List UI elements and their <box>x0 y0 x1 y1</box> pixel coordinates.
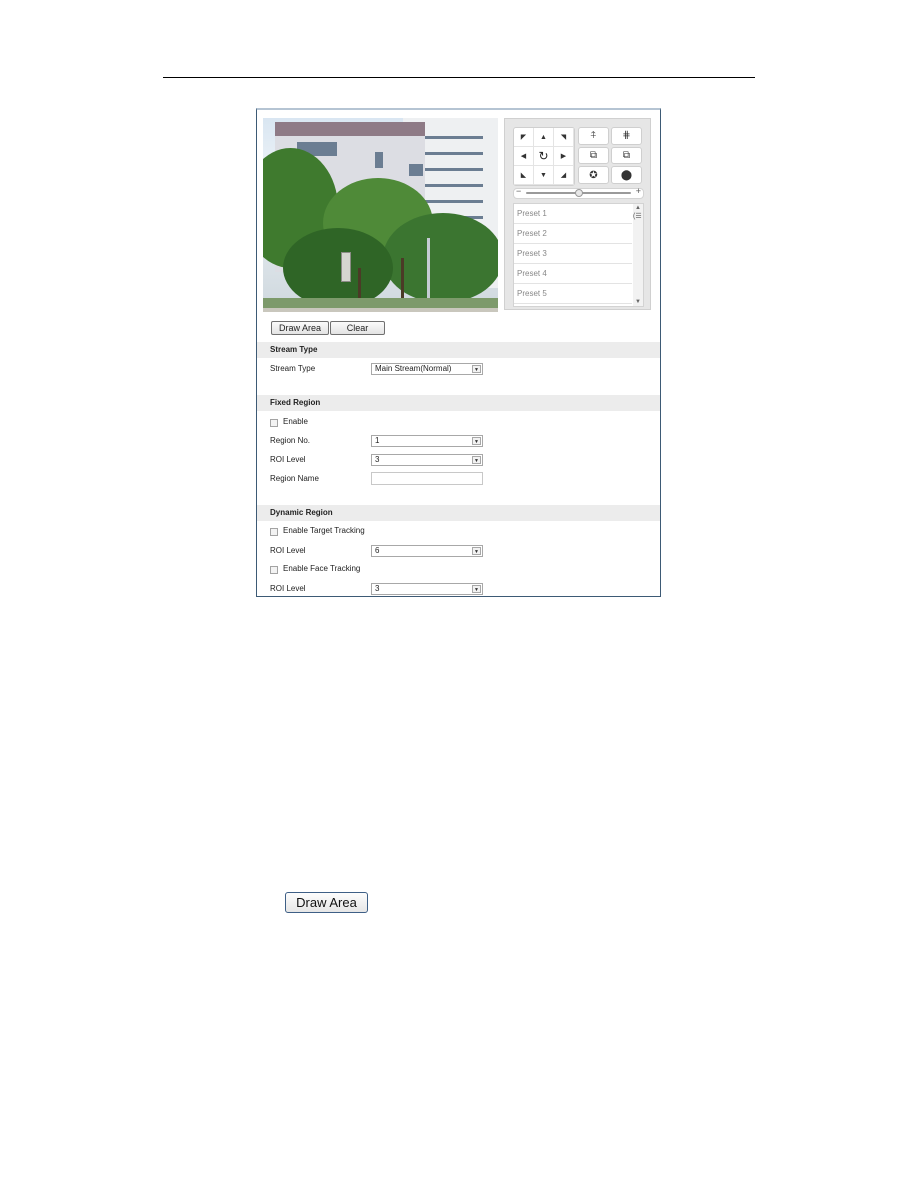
fixed-roi-level-value: 3 <box>375 455 380 464</box>
region-no-select[interactable]: 1 ▼ <box>371 435 483 447</box>
scroll-up-icon[interactable]: ▲ <box>635 205 641 211</box>
pan-left-icon[interactable]: ◀ <box>514 147 534 166</box>
preset-item[interactable]: Preset 1 <box>514 204 632 224</box>
stream-type-value: Main Stream(Normal) <box>375 364 452 373</box>
iris-open-icon[interactable]: ✪ <box>578 166 609 184</box>
pan-up-left-icon[interactable]: ◤ <box>514 128 534 147</box>
fixed-region-enable-label: Enable <box>283 417 308 426</box>
ptz-direction-pad: ◤ ▲ ◥ ◀ ↻ ▶ ◣ ▼ ◢ <box>513 127 575 186</box>
speed-minus-icon: − <box>516 186 522 196</box>
speed-plus-icon: + <box>635 186 641 196</box>
stream-type-label: Stream Type <box>270 364 316 373</box>
auto-scan-icon[interactable]: ↻ <box>534 147 554 166</box>
focus-far-icon[interactable]: ⧉ <box>611 146 642 165</box>
scroll-down-icon[interactable]: ▼ <box>635 299 641 305</box>
section-stream-type: Stream Type <box>257 342 660 358</box>
fixed-roi-level-label: ROI Level <box>270 455 306 464</box>
target-tracking-label: Enable Target Tracking <box>283 526 365 535</box>
street-light-pole <box>427 238 430 306</box>
ptz-speed-slider[interactable]: − + <box>513 186 644 199</box>
chevron-down-icon: ▼ <box>472 547 481 555</box>
pan-down-icon[interactable]: ▼ <box>534 166 554 185</box>
chevron-down-icon: ▼ <box>472 437 481 445</box>
chevron-down-icon: ▼ <box>472 585 481 593</box>
clear-button[interactable]: Clear <box>330 321 385 335</box>
target-roi-level-label: ROI Level <box>270 546 306 555</box>
region-no-value: 1 <box>375 436 380 445</box>
ptz-control-panel: ◤ ▲ ◥ ◀ ↻ ▶ ◣ ▼ ◢ ⍏ ⋕ ⧉ ⧉ ✪ ⬤ − + Preset… <box>504 118 651 310</box>
preset-scrollbar[interactable]: ▲ (☰ ▼ <box>633 204 643 306</box>
pan-right-icon[interactable]: ▶ <box>554 147 574 166</box>
zoom-in-icon[interactable]: ⍏ <box>578 127 609 145</box>
face-roi-level-label: ROI Level <box>270 584 306 593</box>
preset-item[interactable]: Preset 2 <box>514 224 632 244</box>
live-view-image[interactable] <box>263 118 498 312</box>
slider-thumb[interactable] <box>574 189 583 197</box>
preset-item[interactable]: Preset 3 <box>514 244 632 264</box>
roi-settings-screenshot: ◤ ▲ ◥ ◀ ↻ ▶ ◣ ▼ ◢ ⍏ ⋕ ⧉ ⧉ ✪ ⬤ − + Preset… <box>256 108 661 597</box>
section-fixed-region: Fixed Region <box>257 395 660 411</box>
list-menu-icon[interactable]: (☰ <box>633 212 642 220</box>
target-tracking-checkbox[interactable] <box>270 528 278 536</box>
target-roi-level-value: 6 <box>375 546 380 555</box>
face-roi-level-select[interactable]: 3 ▼ <box>371 583 483 595</box>
zoom-out-icon[interactable]: ⋕ <box>611 127 642 145</box>
region-name-label: Region Name <box>270 474 319 483</box>
fixed-region-enable-checkbox[interactable] <box>270 419 278 427</box>
draw-area-button[interactable]: Draw Area <box>271 321 329 335</box>
pan-up-icon[interactable]: ▲ <box>534 128 554 147</box>
page-header-rule <box>163 77 755 78</box>
ptz-lens-controls: ⍏ ⋕ ⧉ ⧉ ✪ ⬤ <box>578 127 642 184</box>
target-roi-level-select[interactable]: 6 ▼ <box>371 545 483 557</box>
iris-close-icon[interactable]: ⬤ <box>611 166 642 184</box>
chevron-down-icon: ▼ <box>472 365 481 373</box>
section-dynamic-region: Dynamic Region <box>257 505 660 521</box>
region-name-input[interactable] <box>371 472 483 485</box>
chevron-down-icon: ▼ <box>472 456 481 464</box>
draw-area-button-illustration[interactable]: Draw Area <box>285 892 368 913</box>
pan-down-right-icon[interactable]: ◢ <box>554 166 574 185</box>
preset-item[interactable]: Preset 5 <box>514 284 632 304</box>
pan-down-left-icon[interactable]: ◣ <box>514 166 534 185</box>
region-no-label: Region No. <box>270 436 311 445</box>
stream-type-select[interactable]: Main Stream(Normal) ▼ <box>371 363 483 375</box>
face-tracking-checkbox[interactable] <box>270 566 278 574</box>
preset-list: Preset 1 Preset 2 Preset 3 Preset 4 Pres… <box>513 203 644 307</box>
focus-near-icon[interactable]: ⧉ <box>578 146 609 165</box>
preset-item[interactable]: Preset 4 <box>514 264 632 284</box>
face-tracking-label: Enable Face Tracking <box>283 564 361 573</box>
face-roi-level-value: 3 <box>375 584 380 593</box>
pan-up-right-icon[interactable]: ◥ <box>554 128 574 147</box>
fixed-roi-level-select[interactable]: 3 ▼ <box>371 454 483 466</box>
street-sign <box>341 252 351 282</box>
